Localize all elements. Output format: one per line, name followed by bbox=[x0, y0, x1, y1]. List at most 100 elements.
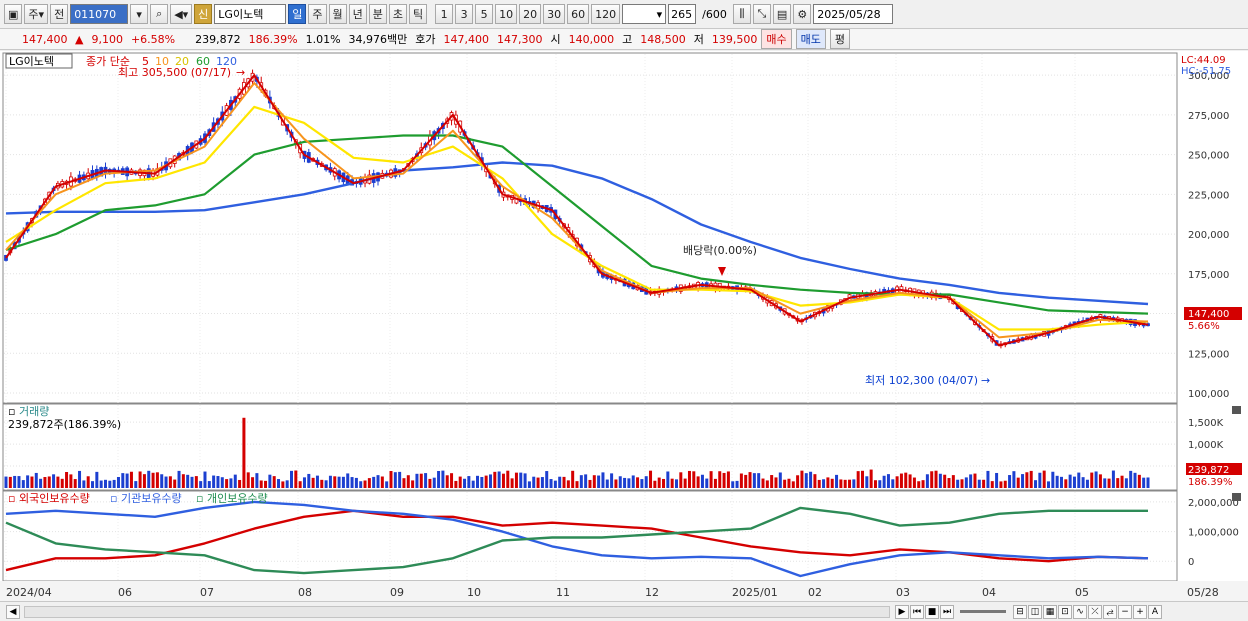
low-annotation: 최저 102,300 (04/07) bbox=[865, 374, 978, 387]
volume-bar bbox=[134, 481, 138, 488]
volume-bar bbox=[748, 472, 752, 488]
text-icon[interactable]: A bbox=[1148, 604, 1162, 619]
last-page-icon[interactable]: ⏭ bbox=[940, 604, 954, 619]
volume-bar bbox=[259, 480, 263, 488]
tab-minute[interactable]: 분 bbox=[368, 4, 387, 24]
gear-icon[interactable]: ⚙ bbox=[793, 4, 812, 24]
scroll-right-icon[interactable]: ▶ bbox=[895, 604, 909, 619]
zoom-out-icon[interactable]: − bbox=[1118, 604, 1132, 619]
volume-bar bbox=[852, 479, 856, 488]
volume-bar bbox=[830, 478, 834, 488]
price-chart[interactable]: 300,000275,000250,000225,000200,000175,0… bbox=[0, 51, 1248, 601]
interval-3[interactable]: 3 bbox=[455, 4, 474, 24]
volume-bar bbox=[298, 481, 302, 488]
volume-panel-close-icon[interactable] bbox=[1232, 406, 1241, 414]
interval-1[interactable]: 1 bbox=[435, 4, 454, 24]
scrollbar-track[interactable] bbox=[24, 605, 890, 618]
count-input[interactable]: 265 bbox=[668, 4, 697, 24]
holdings-panel-close-icon[interactable] bbox=[1232, 493, 1241, 501]
volume-bar bbox=[640, 479, 644, 488]
volume-bar bbox=[899, 473, 903, 488]
sound-icon[interactable]: ◀▾ bbox=[170, 4, 193, 24]
volume-bar bbox=[930, 471, 934, 488]
tab-day[interactable]: 일 bbox=[288, 4, 307, 24]
interval-5[interactable]: 5 bbox=[475, 4, 494, 24]
stock-name-field[interactable]: LG이노텍 bbox=[214, 4, 287, 24]
search-icon[interactable]: ⌕ bbox=[150, 4, 169, 24]
volume-bar bbox=[432, 477, 436, 488]
fib-icon[interactable]: ⥄ bbox=[1103, 604, 1117, 619]
tab-tick[interactable]: 틱 bbox=[409, 4, 428, 24]
zoom-in-icon[interactable]: + bbox=[1133, 604, 1147, 619]
volume-bar bbox=[95, 471, 99, 488]
tab-month[interactable]: 월 bbox=[328, 4, 347, 24]
volume-bar bbox=[822, 479, 826, 488]
volume-bar bbox=[480, 476, 484, 488]
prev-button[interactable]: 전 bbox=[50, 4, 69, 24]
volume-bar bbox=[925, 474, 929, 488]
volume-bar bbox=[47, 476, 51, 488]
volume-bar bbox=[354, 477, 358, 488]
trend-icon[interactable]: ⤫ bbox=[1088, 604, 1102, 619]
compare-icon[interactable]: ⊡ bbox=[1058, 604, 1072, 619]
date-tick-label: 09 bbox=[390, 586, 404, 599]
tab-year[interactable]: 년 bbox=[348, 4, 367, 24]
first-page-icon[interactable]: ⏮ bbox=[910, 604, 924, 619]
volume-bar bbox=[839, 479, 843, 488]
chart-area[interactable]: 300,000 275,000 250,000 225,000 200,000 175,0… bbox=[0, 51, 1248, 601]
volume-bar bbox=[393, 472, 397, 488]
save-icon[interactable]: ▤ bbox=[772, 4, 792, 24]
volume-bar bbox=[476, 475, 480, 488]
window-icon[interactable]: ◫ bbox=[1028, 604, 1042, 619]
volume-bar bbox=[532, 476, 536, 488]
interval-60[interactable]: 60 bbox=[567, 4, 590, 24]
volume-bar bbox=[125, 473, 129, 488]
date-tick-label: 04 bbox=[982, 586, 996, 599]
code-dropdown-icon[interactable]: ▾ bbox=[130, 4, 149, 24]
draw-icon[interactable]: ∿ bbox=[1073, 604, 1087, 619]
table-icon[interactable]: ▦ bbox=[1043, 604, 1057, 619]
chart-type-icon[interactable]: ▣ bbox=[4, 4, 23, 24]
candle-icon[interactable]: ⫼ bbox=[732, 4, 751, 24]
tab-second[interactable]: 초 bbox=[388, 4, 408, 24]
volume-bar bbox=[636, 477, 640, 488]
legend-institution: ▫ 기관보유수량 bbox=[110, 492, 182, 505]
low-label: 저 bbox=[693, 33, 704, 46]
volume-bar bbox=[1025, 472, 1029, 488]
line-tool-icon[interactable]: ⤡ bbox=[752, 4, 771, 24]
volume-bar bbox=[56, 476, 60, 488]
stop-icon[interactable]: ■ bbox=[925, 604, 939, 619]
volume-bar bbox=[220, 477, 224, 488]
volume-bar bbox=[1142, 477, 1146, 488]
sell-button[interactable]: 매도 bbox=[795, 29, 826, 49]
interval-30[interactable]: 30 bbox=[543, 4, 566, 24]
volume-bar bbox=[112, 479, 116, 488]
interval-20[interactable]: 20 bbox=[519, 4, 542, 24]
scroll-left-icon[interactable]: ◀ bbox=[6, 604, 20, 619]
crosshair-icon[interactable]: ⊟ bbox=[1013, 604, 1027, 619]
volume-bar bbox=[722, 472, 726, 488]
interval-120[interactable]: 120 bbox=[591, 4, 621, 24]
volume-bar bbox=[1029, 470, 1033, 488]
volume-bar bbox=[514, 472, 518, 488]
ask-price: 147,400 bbox=[443, 32, 490, 46]
volume-value: 239,872 bbox=[195, 32, 241, 46]
last-price-label: 147,400 bbox=[1188, 309, 1229, 320]
zoom-slider[interactable] bbox=[960, 610, 1006, 613]
buy-button[interactable]: 매수 bbox=[761, 29, 792, 49]
new-badge[interactable]: 신 bbox=[194, 4, 213, 24]
eval-button[interactable]: 평 bbox=[829, 29, 851, 49]
volume-bar bbox=[964, 477, 968, 488]
volume-bar bbox=[1124, 478, 1128, 488]
period-dropdown[interactable]: 주 ▾ bbox=[24, 4, 49, 24]
price-tick-label: 125,000 bbox=[1188, 349, 1229, 360]
interval-custom-input[interactable]: ▾ bbox=[622, 4, 667, 24]
date-input[interactable]: 2025/05/28 bbox=[813, 4, 894, 24]
volume-bar bbox=[376, 475, 380, 488]
open-price: 140,000 bbox=[568, 32, 615, 46]
interval-10[interactable]: 10 bbox=[495, 4, 518, 24]
stock-code-input[interactable]: 011070 bbox=[70, 4, 129, 24]
tab-week[interactable]: 주 bbox=[308, 4, 327, 24]
volume-bar bbox=[307, 473, 311, 488]
volume-bar bbox=[497, 471, 501, 488]
